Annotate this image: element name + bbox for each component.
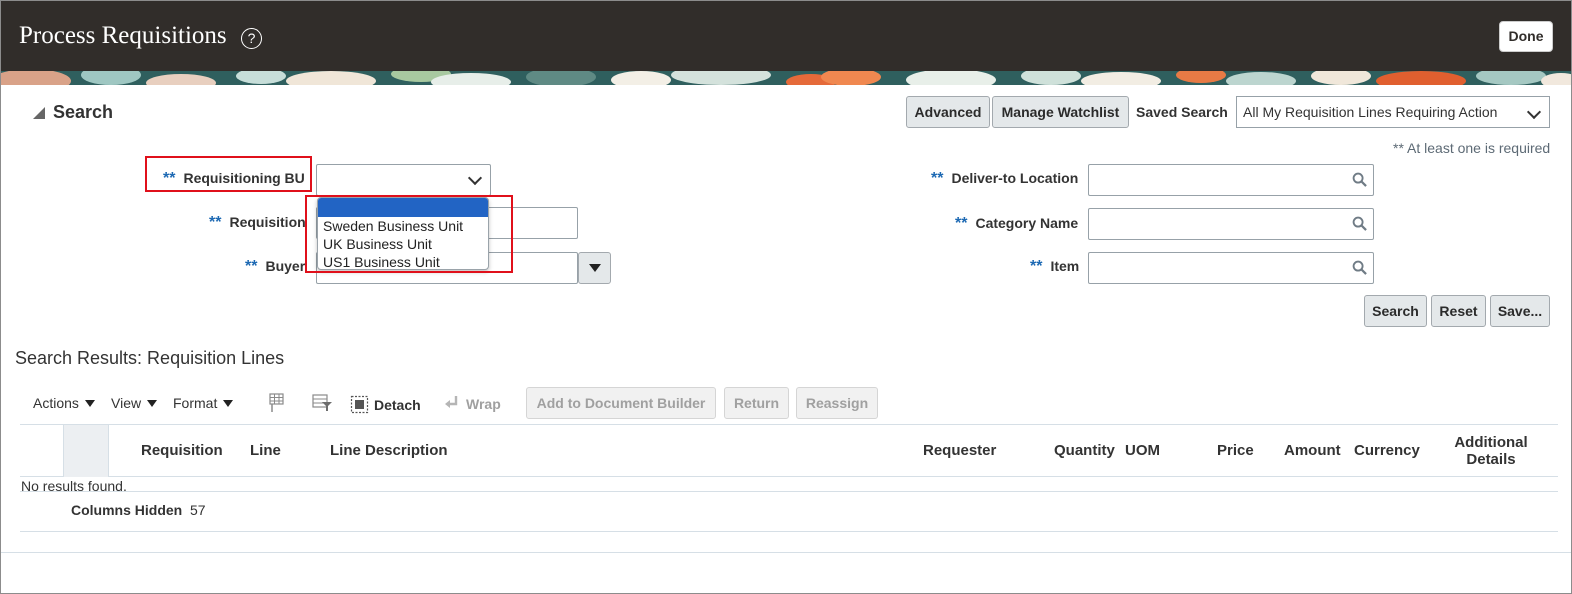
dropdown-arrow-icon [84,400,95,407]
collapse-triangle-icon[interactable] [33,107,45,119]
saved-search-label: Saved Search [1136,104,1228,120]
search-icon[interactable] [1352,216,1367,231]
banner-pattern-icon [1,71,1571,85]
requisitioning-bu-label: ** Requisitioning BU [163,170,305,187]
category-name-label: ** Category Name [955,215,1079,232]
column-header-quantity[interactable]: Quantity [1054,442,1115,459]
required-marker: ** [955,215,968,232]
save-search-button[interactable]: Save... [1490,295,1550,327]
results-title: Search Results: Requisition Lines [15,348,285,368]
wrap-button[interactable]: Wrap [444,395,501,412]
dropdown-arrow-icon [223,400,234,407]
page-frame: Process Requisitions ? Done Search Advan… [0,0,1572,594]
view-menu[interactable]: View [111,395,158,411]
required-marker: ** [245,258,258,275]
dropdown-option-blank[interactable] [318,198,488,217]
help-icon[interactable]: ? [241,28,262,49]
reset-button[interactable]: Reset [1431,295,1486,327]
column-header-requester[interactable]: Requester [923,442,996,459]
page-bottom-divider [1,552,1571,553]
search-heading-label: Search [53,102,114,122]
required-marker: ** [931,170,944,187]
column-header-additional-details[interactable]: Additional Details [1450,434,1532,468]
columns-hidden-label: Columns Hidden [71,502,183,518]
page-header: Process Requisitions ? Done [1,1,1571,71]
deliver-to-location-label: ** Deliver-to Location [931,170,1079,187]
search-section-heading[interactable]: Search [33,102,113,123]
requisitioning-bu-select[interactable] [316,164,491,196]
required-marker: ** [163,170,176,187]
search-icon[interactable] [1352,172,1367,187]
category-name-input[interactable] [1088,208,1374,240]
return-button[interactable]: Return [724,387,789,419]
columns-hidden-row: Columns Hidden 57 [20,491,1558,532]
dropdown-arrow-icon [147,400,158,407]
required-hint: ** At least one is required [1393,140,1551,156]
add-to-document-builder-button[interactable]: Add to Document Builder [526,387,716,419]
requisition-label: ** Requisition [209,214,306,231]
saved-search-value: All My Requisition Lines Requiring Actio… [1243,104,1498,120]
required-marker: ** [209,214,222,231]
format-menu[interactable]: Format [173,395,234,411]
wrap-icon [445,396,458,408]
done-button[interactable]: Done [1499,21,1553,52]
decorative-banner [1,71,1571,85]
chevron-down-icon [1526,104,1542,120]
reassign-button[interactable]: Reassign [796,387,878,419]
requisitioning-bu-dropdown-list: Sweden Business Unit UK Business Unit US… [317,197,489,270]
results-table: Requisition Line Line Description Reques… [20,424,1558,532]
actions-menu[interactable]: Actions [33,395,95,411]
chevron-down-icon [467,170,483,186]
columns-hidden-count: 57 [190,502,206,518]
column-header-requisition[interactable]: Requisition [141,442,223,459]
row-select-header[interactable] [63,425,109,477]
required-marker: ** [1030,258,1043,275]
dropdown-option-us1[interactable]: US1 Business Unit [318,253,488,269]
manage-watchlist-button[interactable]: Manage Watchlist [992,96,1129,128]
item-input[interactable] [1088,252,1374,284]
column-header-line[interactable]: Line [250,442,281,459]
search-button[interactable]: Search [1364,295,1427,327]
search-icon[interactable] [1352,260,1367,275]
detach-icon [350,395,369,414]
advanced-button[interactable]: Advanced [906,96,990,128]
buyer-label: ** Buyer [245,258,306,275]
column-header-price[interactable]: Price [1217,442,1254,459]
buyer-dropdown-button[interactable] [578,252,611,284]
item-label: ** Item [1030,258,1080,275]
column-header-currency[interactable]: Currency [1354,442,1420,459]
column-header-uom[interactable]: UOM [1125,442,1160,459]
dropdown-option-sweden[interactable]: Sweden Business Unit [318,217,488,235]
column-header-line-description[interactable]: Line Description [330,442,448,459]
deliver-to-location-input[interactable] [1088,164,1374,196]
saved-search-select[interactable]: All My Requisition Lines Requiring Actio… [1236,96,1550,128]
filter-icon[interactable] [312,393,334,413]
table-header-row: Requisition Line Line Description Reques… [20,424,1558,477]
page-title: Process Requisitions [19,22,227,49]
dropdown-option-uk[interactable]: UK Business Unit [318,235,488,253]
detach-button[interactable]: Detach [350,395,421,414]
freeze-columns-icon[interactable] [264,393,286,413]
column-header-amount[interactable]: Amount [1284,442,1341,459]
dropdown-arrow-icon [588,264,601,272]
